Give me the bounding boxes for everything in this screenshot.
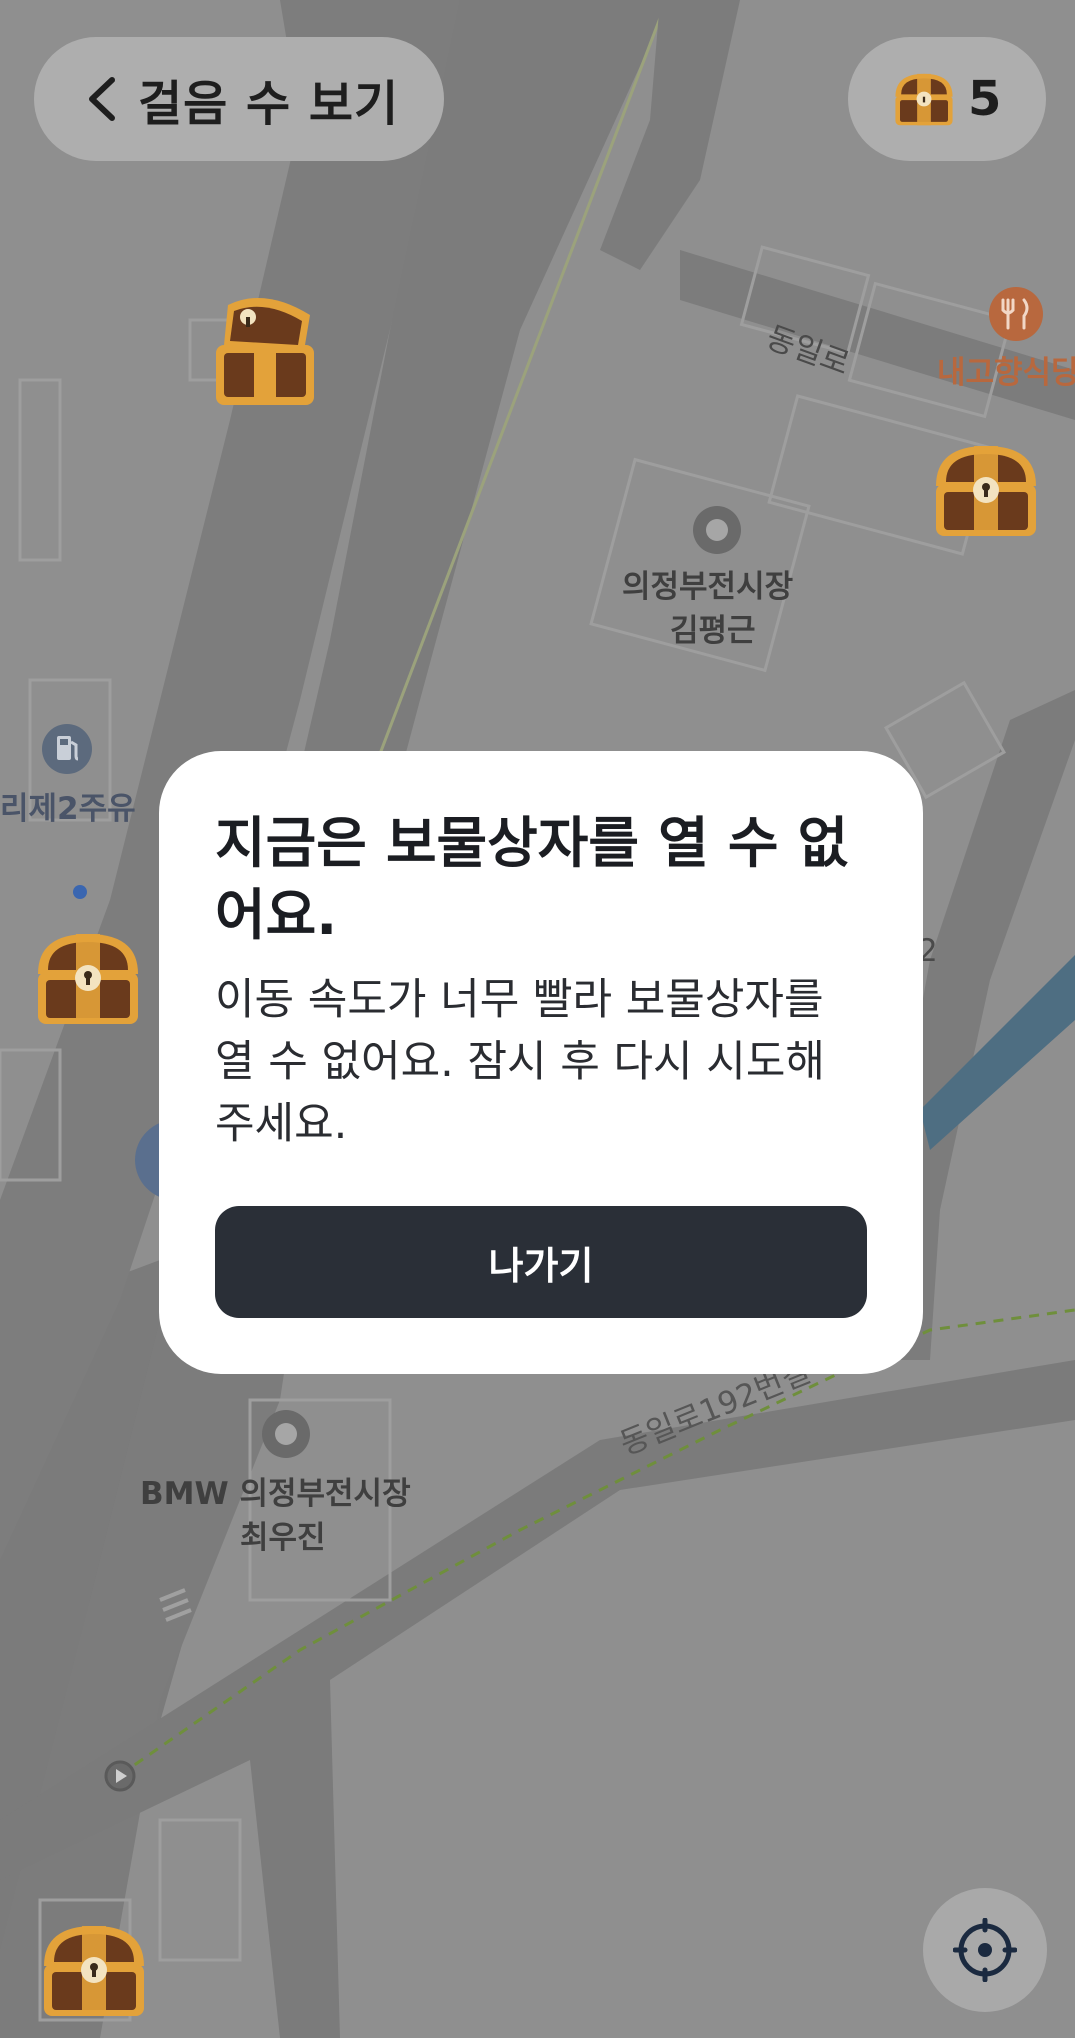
crosshair-icon [953, 1918, 1017, 1982]
dialog-title: 지금은 보물상자를 열 수 없어요. [215, 811, 849, 947]
back-button-label: 걸음 수 보기 [138, 76, 400, 132]
exit-button[interactable]: 나가기 [215, 1206, 867, 1318]
back-button[interactable]: 걸음 수 보기 [34, 37, 444, 161]
poi-label-2-line1[interactable]: BMW 의정부전시장 [140, 1473, 411, 1516]
treasure-chest-open-icon[interactable] [210, 293, 320, 408]
ring-marker-icon[interactable] [259, 1407, 313, 1461]
poi-label-1-line1[interactable]: 의정부전시장 [622, 566, 793, 609]
ring-marker-icon[interactable] [690, 503, 744, 557]
chevron-left-icon [89, 77, 115, 121]
chest-count: 5 [968, 71, 1002, 127]
treasure-chest-icon[interactable] [930, 440, 1042, 540]
treasure-chest-icon[interactable] [32, 928, 144, 1028]
gas-station-label[interactable]: 리제2주유 [0, 788, 136, 831]
locate-me-button[interactable] [923, 1888, 1047, 2012]
fork-knife-icon[interactable] [988, 286, 1044, 342]
poi-label-2-line2[interactable]: 최우진 [240, 1517, 326, 1560]
dialog-message: 이동 속도가 너무 빨라 보물상자를 열 수 없어요. 잠시 후 다시 시도해 … [215, 975, 825, 1149]
fuel-pump-icon[interactable] [40, 722, 94, 776]
chest-count-badge[interactable]: 5 [848, 37, 1046, 161]
treasure-map-screen: 동일로 내고향식당 의정부전시장 김평근 리제2주유 2 BMW 의정부전시장 … [0, 0, 1075, 2038]
alert-dialog: 지금은 보물상자를 열 수 없어요. 이동 속도가 너무 빨라 보물상자를 열 … [159, 751, 923, 1374]
poi-label-1-line2[interactable]: 김평근 [670, 610, 756, 653]
treasure-chest-icon [895, 73, 953, 126]
treasure-chest-icon[interactable] [38, 1920, 150, 2020]
restaurant-label[interactable]: 내고향식당 [937, 352, 1075, 395]
